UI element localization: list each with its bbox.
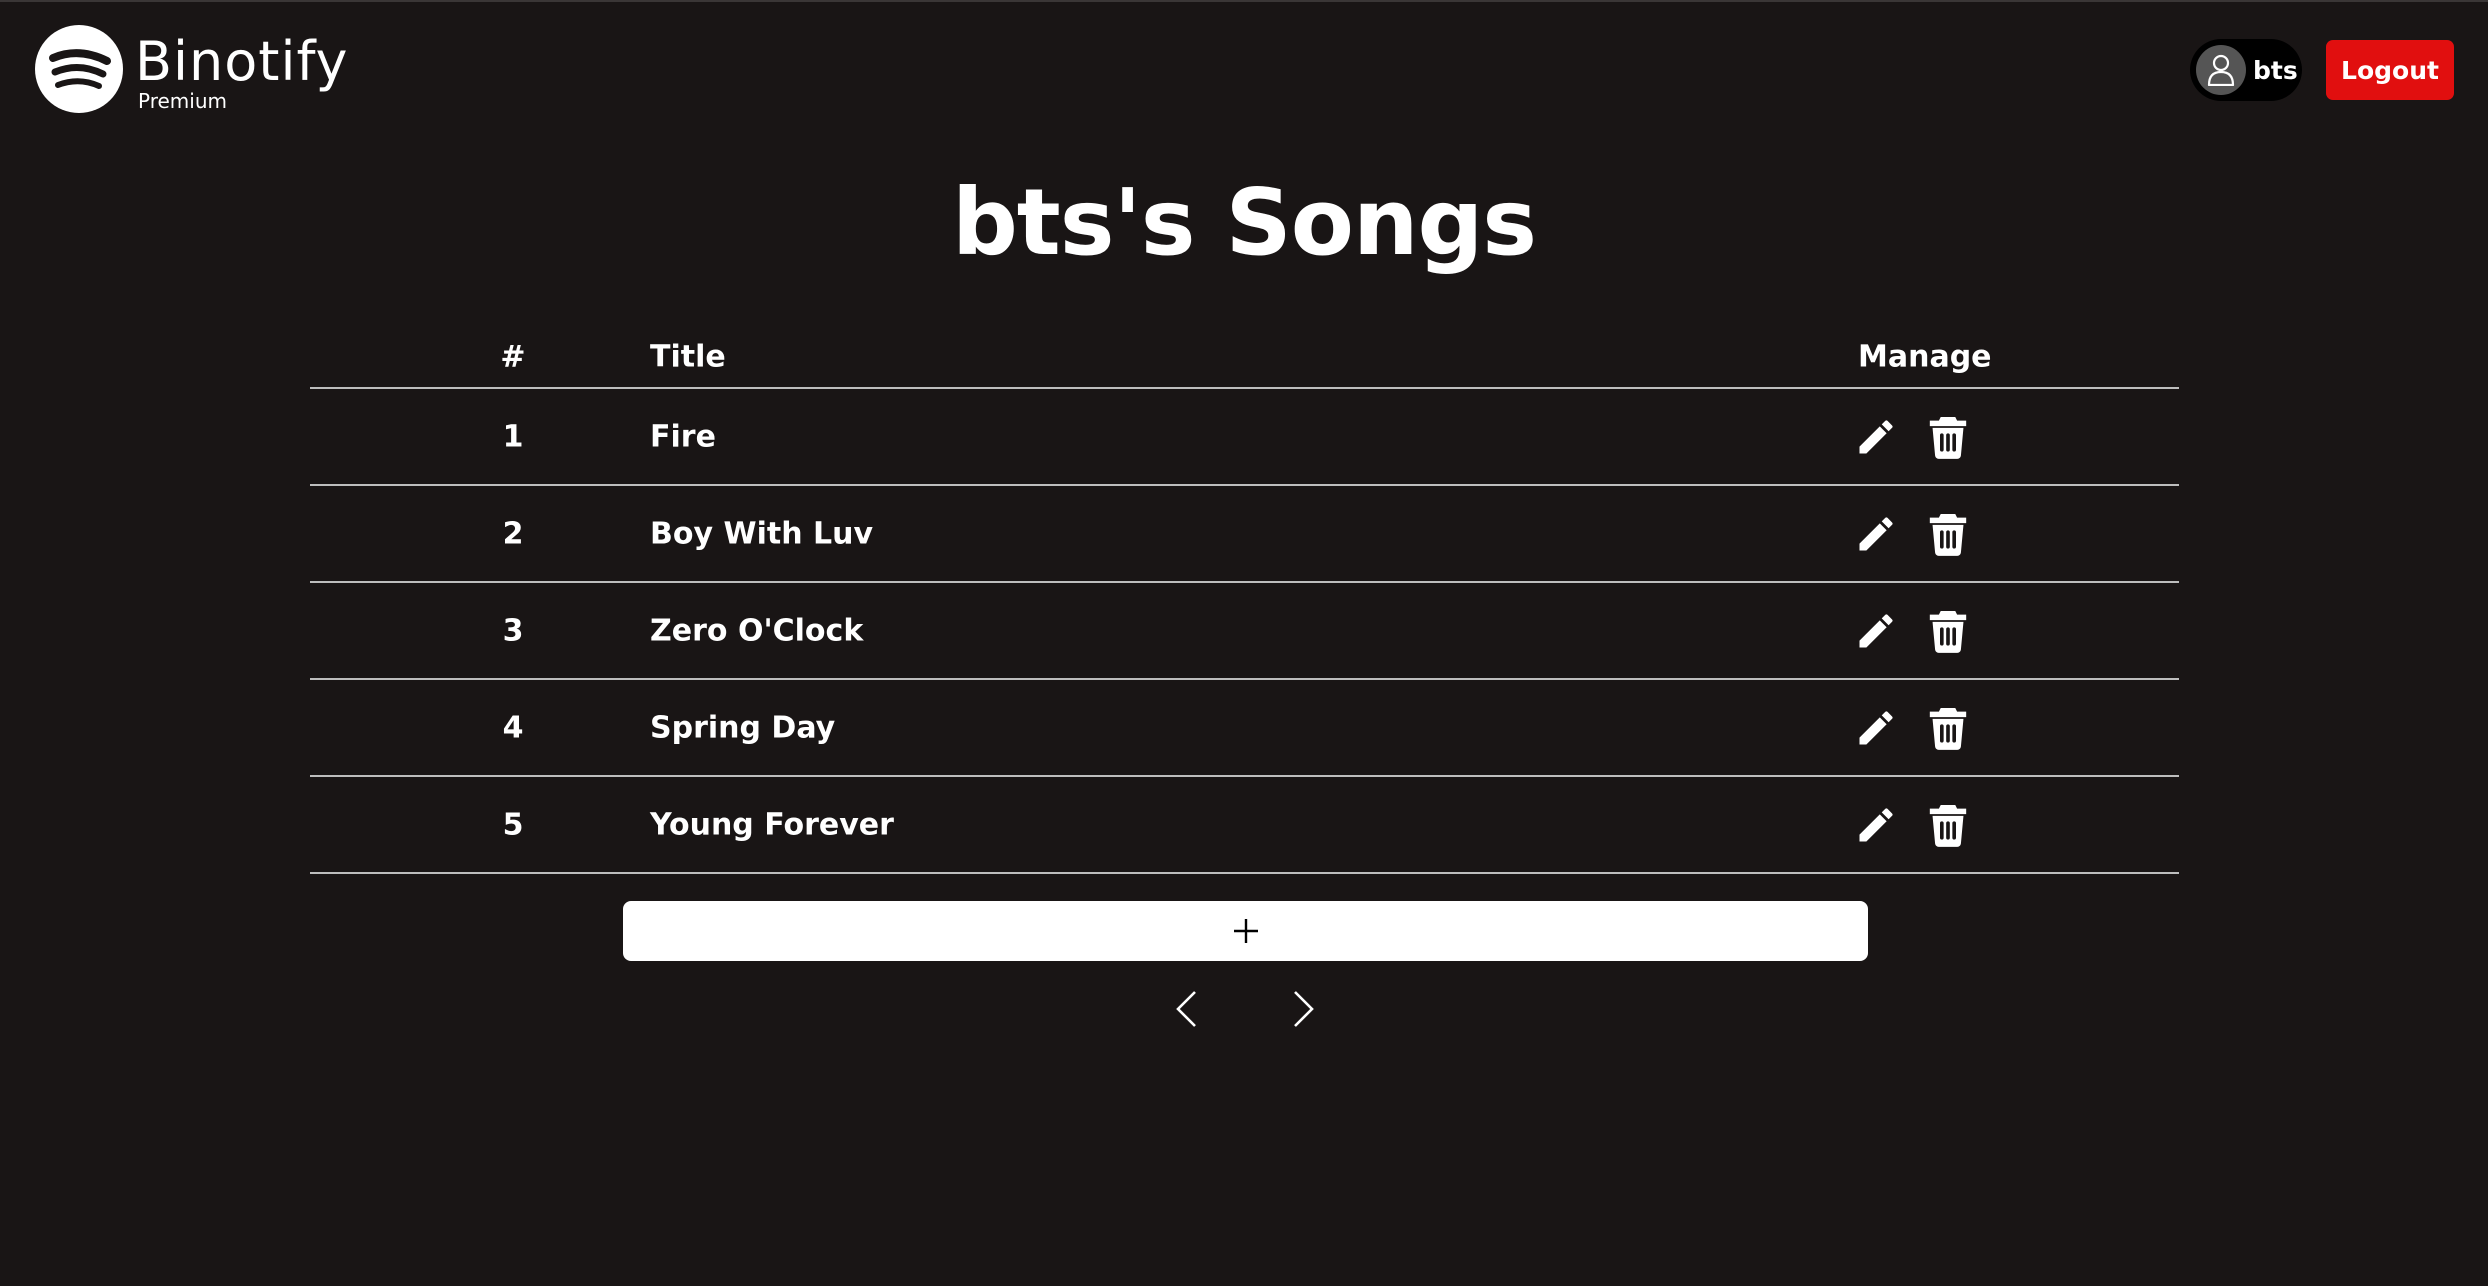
user-icon [2196, 45, 2246, 95]
add-song-button[interactable] [623, 901, 1868, 961]
chevron-left-icon [1176, 991, 1196, 1027]
pencil-icon[interactable] [1852, 801, 1900, 849]
table-header: # Title Manage [310, 327, 2179, 389]
app-logo[interactable]: Binotify Premium [35, 25, 349, 113]
page-title: bts's Songs [951, 169, 1537, 276]
row-actions [1852, 801, 1972, 849]
song-number: 4 [502, 710, 524, 745]
column-header-number: # [500, 339, 526, 375]
brand-tier: Premium [138, 89, 227, 113]
song-title[interactable]: Boy With Luv [650, 516, 873, 551]
trash-icon[interactable] [1924, 704, 1972, 752]
song-number: 2 [502, 516, 524, 551]
column-header-manage: Manage [1858, 339, 1992, 375]
username: bts [2253, 55, 2298, 85]
next-page-button[interactable] [1284, 987, 1324, 1031]
brand-name: Binotify [135, 30, 349, 93]
trash-icon[interactable] [1924, 413, 1972, 461]
table-row[interactable]: 1 Fire [310, 389, 2179, 486]
pencil-icon[interactable] [1852, 413, 1900, 461]
song-number: 5 [502, 807, 524, 842]
table-row[interactable]: 2 Boy With Luv [310, 486, 2179, 583]
song-number: 3 [502, 613, 524, 648]
song-title[interactable]: Young Forever [650, 807, 894, 842]
logout-button[interactable]: Logout [2326, 40, 2454, 100]
chevron-right-icon [1294, 991, 1314, 1027]
table-row[interactable]: 5 Young Forever [310, 777, 2179, 874]
spotify-logo-icon [35, 25, 123, 113]
column-header-title: Title [650, 339, 726, 375]
row-actions [1852, 607, 1972, 655]
logo-text: Binotify Premium [135, 25, 349, 113]
table-row[interactable]: 4 Spring Day [310, 680, 2179, 777]
song-number: 1 [502, 419, 524, 454]
pencil-icon[interactable] [1852, 510, 1900, 558]
pencil-icon[interactable] [1852, 607, 1900, 655]
page: Binotify Premium bts Logout bts's Songs … [0, 0, 2488, 1286]
plus-icon [1233, 919, 1258, 943]
song-title[interactable]: Spring Day [650, 710, 835, 745]
songs-table: # Title Manage 1 Fire 2 Boy With Luv 3 Z… [310, 327, 2179, 874]
row-actions [1852, 510, 1972, 558]
trash-icon[interactable] [1924, 607, 1972, 655]
pencil-icon[interactable] [1852, 704, 1900, 752]
row-actions [1852, 413, 1972, 461]
table-row[interactable]: 3 Zero O'Clock [310, 583, 2179, 680]
row-actions [1852, 704, 1972, 752]
trash-icon[interactable] [1924, 510, 1972, 558]
song-title[interactable]: Fire [650, 419, 716, 454]
trash-icon[interactable] [1924, 801, 1972, 849]
song-title[interactable]: Zero O'Clock [650, 613, 863, 648]
previous-page-button[interactable] [1166, 987, 1206, 1031]
user-profile-chip[interactable]: bts [2190, 39, 2302, 101]
